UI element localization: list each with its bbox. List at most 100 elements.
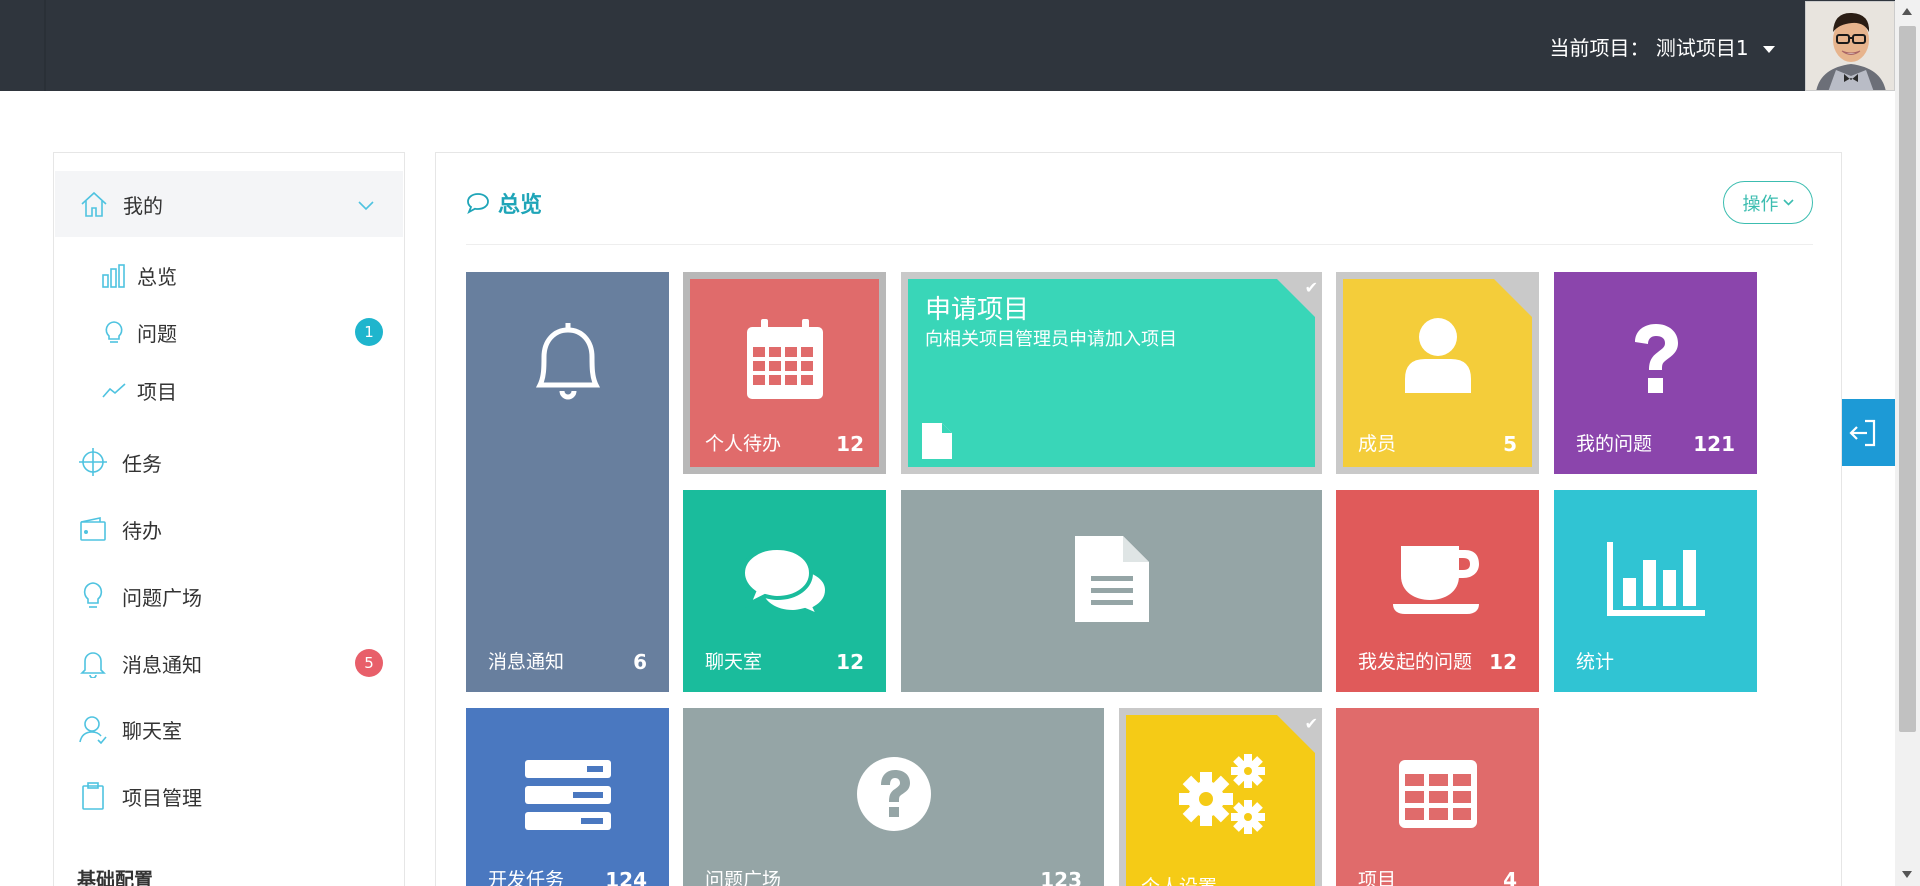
tile-count: 6 [633,650,647,674]
tile-count: 12 [1489,650,1517,674]
grid-table-icon [1336,760,1539,828]
sidebar-item-projects[interactable]: 项目 [101,376,177,405]
panel-title: 总览 [466,187,542,219]
tile-label: 统计 [1576,651,1615,673]
current-project-label: 当前项目： [1549,36,1650,60]
scrollbar-thumb[interactable] [1899,26,1916,732]
tile-subtitle: 向相关项目管理员申请加入项目 [925,329,1177,350]
chevron-down-icon [358,201,374,211]
tile-dev-tasks[interactable]: 开发任务 124 [466,708,669,886]
tile-personal-todo[interactable]: 个人待办 12 [683,272,886,474]
tile-label: 个人设置 [1141,872,1217,886]
tile-corner [1487,272,1539,324]
question-mark-icon [1554,324,1757,396]
tile-my-issues[interactable]: 我的问题 121 [1554,272,1757,474]
checkmark-icon: ✔ [1304,714,1318,733]
tile-label: 项目 [1358,869,1397,886]
scroll-down-arrow-icon[interactable] [1902,871,1912,878]
person-icon [1343,317,1532,393]
bell-icon [466,317,669,407]
sidebar-item-label: 项目管理 [122,785,202,810]
checkmark-icon: ✔ [1304,278,1318,297]
sidebar-item-label: 项目 [137,380,177,404]
issues-count-badge: 1 [355,318,383,346]
chevron-down-icon [1782,199,1794,206]
caret-down-icon [1763,46,1775,53]
sign-out-icon [1848,419,1875,446]
sidebar-group-mine[interactable]: 我的 [55,171,403,237]
tile-count: 12 [836,650,864,674]
sidebar-item-label: 问题 [137,322,177,346]
tile-personal-settings[interactable]: 个人设置 ✔ [1119,708,1322,886]
sidebar-section-title: 基础配置 [77,869,154,886]
lightbulb-icon [101,320,127,346]
tile-label: 开发任务 [488,869,565,886]
tile-count: 5 [1503,432,1517,456]
tile-count: 4 [1503,868,1517,886]
bell-icon [78,648,108,678]
sidebar-item-issue-square[interactable]: 问题广场 [78,581,202,611]
gears-icon [1126,753,1315,839]
coffee-cup-icon [1336,546,1539,616]
tile-count: 124 [605,868,647,886]
tile-label: 聊天室 [705,651,763,673]
sidebar-item-label: 待办 [122,518,162,543]
sidebar-item-project-management[interactable]: 项目管理 [78,781,202,811]
tile-apply-project[interactable]: 申请项目 向相关项目管理员申请加入项目 ✔ [901,272,1322,474]
tile-label: 问题广场 [705,869,782,886]
sidebar-item-issues[interactable]: 问题 [101,318,177,347]
tile-chat-room[interactable]: 聊天室 12 [683,490,886,692]
user-icon [78,714,108,744]
sidebar-item-label: 任务 [122,451,162,476]
lightbulb-icon [78,581,108,611]
sidebar-item-notifications[interactable]: 消息通知 [78,648,202,678]
wallet-icon [78,514,108,544]
sidebar: 我的 总览 问题 1 项目 任务 待办 问题广场 消息通知 5 聊天室 项目管理… [53,152,405,886]
tile-issue-square[interactable]: 问题广场 123 [683,708,1104,886]
user-avatar[interactable] [1805,1,1895,91]
tile-raised-issues[interactable]: 我发起的问题 12 [1336,490,1539,692]
sidebar-item-label: 问题广场 [122,585,202,610]
bar-chart-icon [101,263,127,289]
chat-bubbles-icon [683,546,886,616]
panel-title-text: 总览 [498,193,543,218]
actions-button-label: 操作 [1742,193,1779,215]
scroll-up-arrow-icon[interactable] [1902,8,1912,15]
sidebar-item-label: 聊天室 [122,718,182,743]
file-icon [922,423,952,459]
sidebar-item-label: 总览 [137,265,177,289]
tile-label: 消息通知 [488,651,565,673]
tile-label: 个人待办 [705,433,782,455]
page-scrollbar[interactable] [1895,0,1920,886]
tile-projects[interactable]: 项目 4 [1336,708,1539,886]
current-project-selector[interactable]: 当前项目： 测试项目1 [1550,32,1775,61]
tile-document[interactable] [901,490,1322,692]
tile-notifications[interactable]: 消息通知 6 [466,272,669,692]
tile-statistics[interactable]: 统计 [1554,490,1757,692]
calendar-icon [690,317,879,401]
sidebar-item-overview[interactable]: 总览 [101,261,177,290]
notifications-count-badge: 5 [355,649,383,677]
navbar-divider [44,0,46,91]
actions-dropdown-button[interactable]: 操作 [1723,181,1813,224]
tile-title: 申请项目 [925,295,1030,325]
tile-members[interactable]: 成员 5 [1336,272,1539,474]
top-navbar: 当前项目： 测试项目1 [0,0,1920,91]
sidebar-item-todo[interactable]: 待办 [78,514,162,544]
server-list-icon [466,760,669,830]
tile-label: 我发起的问题 [1358,651,1473,673]
sidebar-item-chatroom[interactable]: 聊天室 [78,714,182,744]
bar-chart-icon [1554,542,1757,616]
sidebar-item-label: 消息通知 [122,652,202,677]
tile-count: 12 [836,432,864,456]
panel-divider [466,244,1813,245]
clipboard-icon [78,781,108,811]
current-project-name: 测试项目1 [1655,36,1749,60]
sidebar-item-tasks[interactable]: 任务 [78,447,162,477]
document-icon [901,536,1322,622]
crosshair-icon [78,447,108,477]
tile-count: 123 [1040,868,1082,886]
home-icon [79,189,109,219]
question-circle-icon [683,756,1104,832]
trend-line-icon [101,378,127,404]
